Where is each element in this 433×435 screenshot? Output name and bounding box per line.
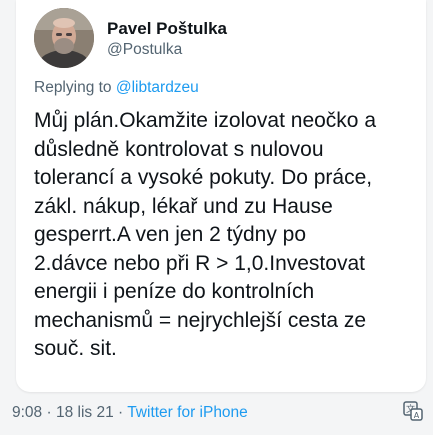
tweet-line: tolerancí a vysoké pokuty. Do práce, [34,166,373,189]
tweet-line: zákl. nákup, lékař und zu Hause [34,194,333,218]
meta-separator: · [113,404,128,421]
tweet-date[interactable]: 18 lis 21 [56,404,114,421]
tweet-time[interactable]: 9:08 [12,404,42,421]
avatar[interactable] [34,8,94,68]
tweet-text: Můj plán.Okamžite izolovat neočko a důsl… [34,107,418,364]
author-display-name[interactable]: Pavel Poštulka [107,19,227,39]
tweet-line: gesperrt.A ven jen 2 týdny po [34,223,307,246]
tweet-card: Pavel Poštulka @Postulka Replying to @li… [16,0,426,392]
avatar-photo [34,8,94,68]
tweet-line: Můj plán.Okamžite izolovat neočko a [34,109,376,132]
tweet-meta: 9:08 · 18 lis 21 · Twitter for iPhone [12,404,248,422]
tweet-line: důsledně kontrolovat s nulovou [34,137,324,161]
translate-icon[interactable]: 文 A [402,400,424,422]
tweet-source-link[interactable]: Twitter for iPhone [127,404,248,421]
tweet-line: mechanismů = nejrychlejší cesta ze [34,308,367,332]
meta-separator: · [42,404,56,421]
author-handle[interactable]: @Postulka [107,41,182,59]
reply-mention-link[interactable]: @libtardzeu [116,79,199,96]
tweet-line: 2.dávce nebo při R > 1,0.Investovat [34,251,365,275]
replying-to-prefix: Replying to [34,79,116,96]
tweet-line: souč. sit. [34,337,117,360]
replying-to: Replying to @libtardzeu [34,79,199,97]
svg-text:A: A [414,411,420,420]
tweet-line: energii i peníze do kontrolních [34,280,315,303]
